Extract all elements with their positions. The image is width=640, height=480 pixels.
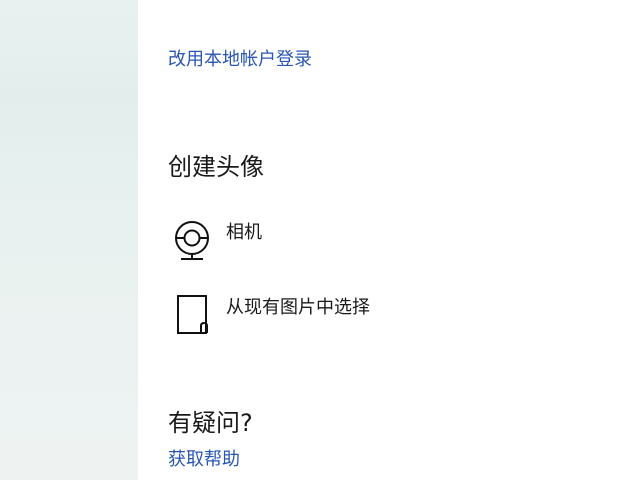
camera-icon (168, 217, 218, 263)
browse-picture-option[interactable]: 从现有图片中选择 (168, 292, 370, 338)
camera-option[interactable]: 相机 (168, 217, 262, 263)
document-icon (168, 292, 218, 338)
settings-content: 改用本地帐户登录 创建头像 相机 从现有图片中选择 有疑问? 获取帮助 (138, 0, 640, 480)
local-account-signin-link[interactable]: 改用本地帐户登录 (168, 45, 312, 71)
camera-option-label: 相机 (226, 222, 262, 243)
get-help-link[interactable]: 获取帮助 (168, 445, 240, 471)
sidebar-panel (0, 0, 138, 480)
create-avatar-heading: 创建头像 (168, 153, 264, 181)
browse-picture-label: 从现有图片中选择 (226, 297, 370, 318)
questions-heading: 有疑问? (168, 409, 253, 437)
